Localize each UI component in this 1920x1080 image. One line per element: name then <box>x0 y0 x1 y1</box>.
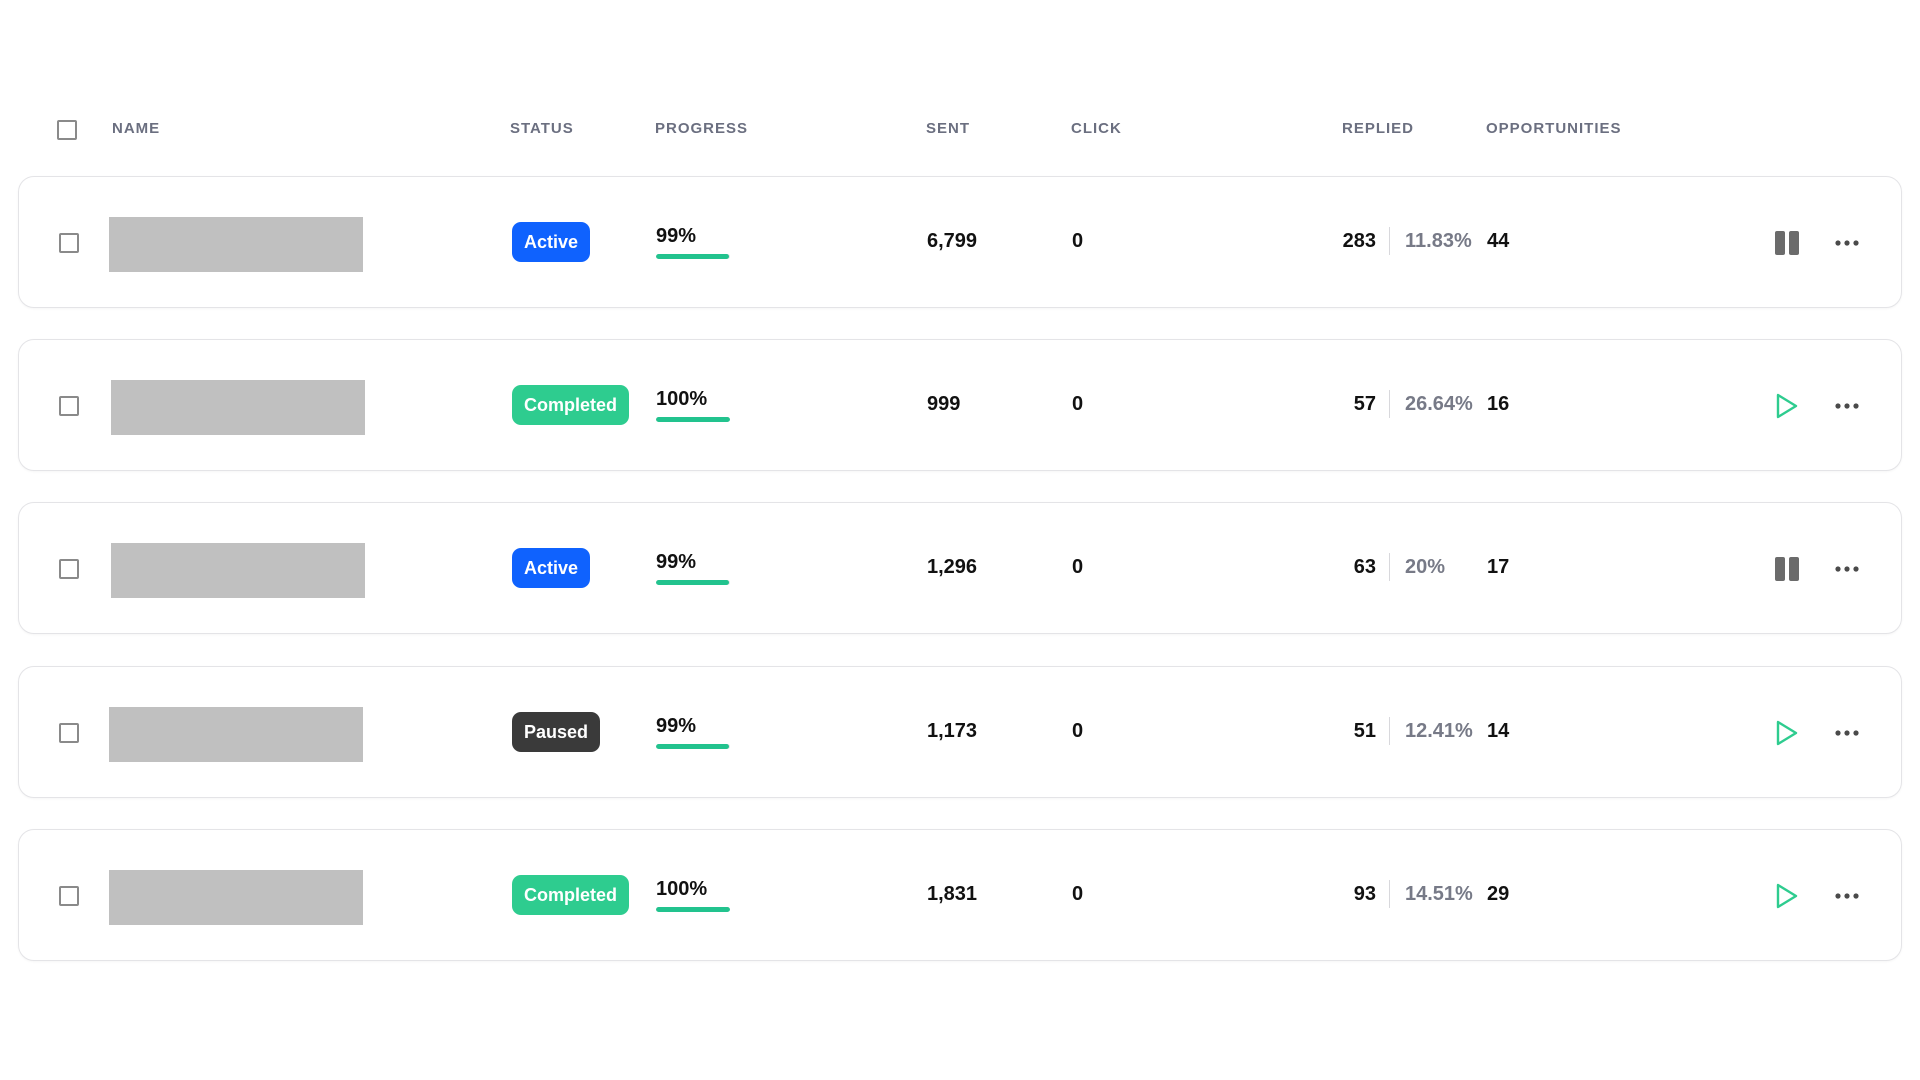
sent-count: 999 <box>927 393 961 415</box>
progress-bar <box>656 417 730 422</box>
replied-count: 93 <box>1353 883 1376 905</box>
campaign-name-redacted[interactable] <box>109 217 363 272</box>
header-sent[interactable]: SENT <box>926 120 970 137</box>
replied-count: 57 <box>1353 393 1376 415</box>
table-row[interactable]: Active 99% 6,799 0 283 11.83% 44 <box>18 176 1902 308</box>
more-dots-icon <box>1835 893 1859 899</box>
replied-count: 63 <box>1353 556 1376 578</box>
header-replied[interactable]: REPLIED <box>1342 120 1414 137</box>
row-checkbox[interactable] <box>59 233 79 253</box>
more-dots-icon <box>1835 730 1859 736</box>
progress-percent: 99% <box>656 225 697 247</box>
pause-icon <box>1775 231 1799 255</box>
replied-divider <box>1389 880 1390 908</box>
status-badge: Active <box>512 222 591 262</box>
row-checkbox[interactable] <box>59 559 79 579</box>
play-icon <box>1776 393 1798 419</box>
more-options-button[interactable] <box>1827 386 1867 426</box>
more-dots-icon <box>1835 240 1859 246</box>
table-header: NAME STATUS PROGRESS SENT CLICK REPLIED … <box>0 110 1920 150</box>
more-options-button[interactable] <box>1827 713 1867 753</box>
more-options-button[interactable] <box>1827 876 1867 916</box>
sent-count: 1,296 <box>927 556 978 578</box>
header-progress[interactable]: PROGRESS <box>655 120 748 137</box>
progress-percent: 100% <box>656 878 708 900</box>
header-status[interactable]: STATUS <box>510 120 574 137</box>
table-row[interactable]: Active 99% 1,296 0 63 20% 17 <box>18 502 1902 634</box>
status-badge: Completed <box>512 385 630 425</box>
pause-icon <box>1775 557 1799 581</box>
campaign-name-redacted[interactable] <box>109 870 363 925</box>
play-icon <box>1776 883 1798 909</box>
campaign-name-redacted[interactable] <box>109 707 363 762</box>
progress-bar <box>656 254 730 259</box>
click-count: 0 <box>1072 230 1084 252</box>
click-count: 0 <box>1072 556 1084 578</box>
table-row[interactable]: Paused 99% 1,173 0 51 12.41% 14 <box>18 666 1902 798</box>
replied-divider <box>1389 553 1390 581</box>
header-click[interactable]: CLICK <box>1071 120 1122 137</box>
header-opportunities[interactable]: OPPORTUNITIES <box>1486 120 1622 137</box>
progress-percent: 100% <box>656 388 708 410</box>
progress-bar-fill <box>656 744 730 749</box>
replied-count: 51 <box>1353 720 1376 742</box>
sent-count: 6,799 <box>927 230 978 252</box>
campaign-name-redacted[interactable] <box>111 380 365 435</box>
replied-divider <box>1389 717 1390 745</box>
row-checkbox[interactable] <box>59 723 79 743</box>
row-checkbox[interactable] <box>59 886 79 906</box>
click-count: 0 <box>1072 883 1084 905</box>
row-checkbox[interactable] <box>59 396 79 416</box>
more-options-button[interactable] <box>1827 223 1867 263</box>
table-row[interactable]: Completed 100% 1,831 0 93 14.51% 29 <box>18 829 1902 961</box>
reply-rate: 11.83% <box>1405 230 1472 252</box>
pause-button[interactable] <box>1767 549 1807 589</box>
replied-count: 283 <box>1342 230 1376 252</box>
progress-percent: 99% <box>656 551 697 573</box>
play-icon <box>1776 720 1798 746</box>
reply-rate: 14.51% <box>1405 883 1473 905</box>
campaign-list: NAME STATUS PROGRESS SENT CLICK REPLIED … <box>0 0 1920 1080</box>
status-badge: Paused <box>512 712 601 752</box>
reply-rate: 12.41% <box>1405 720 1473 742</box>
opportunities-count: 17 <box>1487 556 1510 578</box>
campaign-name-redacted[interactable] <box>111 543 365 598</box>
status-badge: Active <box>512 548 591 588</box>
opportunities-count: 16 <box>1487 393 1510 415</box>
progress-bar <box>656 744 730 749</box>
progress-bar <box>656 580 730 585</box>
progress-percent: 99% <box>656 715 697 737</box>
play-button[interactable] <box>1767 876 1807 916</box>
replied-divider <box>1389 390 1390 418</box>
more-dots-icon <box>1835 566 1859 572</box>
replied-divider <box>1389 227 1390 255</box>
table-row[interactable]: Completed 100% 999 0 57 26.64% 16 <box>18 339 1902 471</box>
reply-rate: 26.64% <box>1405 393 1473 415</box>
progress-bar-fill <box>656 417 730 422</box>
sent-count: 1,831 <box>927 883 978 905</box>
progress-bar-fill <box>656 254 730 259</box>
reply-rate: 20% <box>1405 556 1446 578</box>
select-all-checkbox[interactable] <box>57 120 77 140</box>
progress-bar <box>656 907 730 912</box>
progress-bar-fill <box>656 907 730 912</box>
opportunities-count: 14 <box>1487 720 1510 742</box>
status-badge: Completed <box>512 875 630 915</box>
progress-bar-fill <box>656 580 730 585</box>
more-options-button[interactable] <box>1827 549 1867 589</box>
header-name[interactable]: NAME <box>112 120 160 137</box>
pause-button[interactable] <box>1767 223 1807 263</box>
more-dots-icon <box>1835 403 1859 409</box>
click-count: 0 <box>1072 393 1084 415</box>
opportunities-count: 29 <box>1487 883 1510 905</box>
click-count: 0 <box>1072 720 1084 742</box>
opportunities-count: 44 <box>1487 230 1510 252</box>
play-button[interactable] <box>1767 386 1807 426</box>
play-button[interactable] <box>1767 713 1807 753</box>
sent-count: 1,173 <box>927 720 978 742</box>
